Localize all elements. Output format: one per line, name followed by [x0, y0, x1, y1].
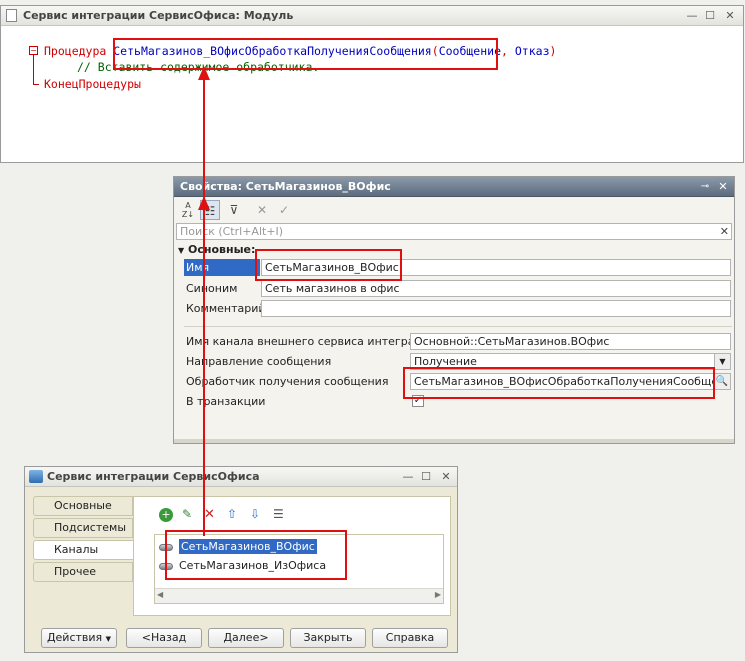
code-end-line: КонецПроцедуры — [44, 77, 141, 91]
chevron-down-icon: ▼ — [105, 635, 112, 643]
module-title: Сервис интеграции СервисОфиса: Модуль — [23, 9, 294, 22]
code-proc-name: СетьМагазинов_ВОфисОбработкаПолученияСоо… — [113, 44, 432, 58]
properties-toolbar: A Z↓ ☷ ⊽ ✕ ✓ — [174, 198, 734, 222]
back-button[interactable]: <Назад — [126, 628, 202, 648]
close-icon[interactable]: ✕ — [723, 9, 737, 23]
properties-bottom-bar — [174, 439, 734, 443]
next-button[interactable]: Далее> — [208, 628, 284, 648]
code-proc-keyword: Процедура — [44, 44, 107, 58]
tab-main[interactable]: Основные — [33, 496, 133, 516]
service-maximize-icon[interactable]: ☐ — [419, 470, 433, 484]
sort-az-icon[interactable]: A Z↓ — [178, 200, 198, 220]
channels-panel: + ✎ ✕ ⇧ ⇩ ☰ СетьМагазинов_ВОфис СетьМага… — [133, 496, 451, 616]
edit-icon[interactable]: ✎ — [182, 507, 192, 521]
actions-button[interactable]: Действия ▼ — [41, 628, 117, 648]
open-handler-icon[interactable]: 🔍 — [713, 374, 730, 389]
direction-select[interactable]: Получение ▼ — [410, 353, 731, 370]
section-header[interactable]: ▼ Основные: — [178, 243, 255, 256]
code-param-2: Отказ — [514, 44, 550, 58]
move-up-icon[interactable]: ⇧ — [227, 507, 237, 521]
service-close-icon[interactable]: ✕ — [439, 470, 453, 484]
channel-item-label: СетьМагазинов_ИзОфиса — [179, 559, 327, 572]
search-placeholder: Поиск (Ctrl+Alt+I) — [180, 225, 284, 238]
scroll-left-icon[interactable]: ◀ — [157, 590, 163, 599]
properties-close-icon[interactable]: ✕ — [716, 180, 730, 194]
direction-value: Получение — [414, 355, 477, 368]
tab-other[interactable]: Прочее — [33, 562, 133, 582]
add-icon[interactable]: + — [159, 508, 173, 522]
pin-icon[interactable]: ⊸ — [698, 180, 712, 194]
horizontal-scrollbar[interactable]: ◀ ▶ — [155, 588, 443, 603]
code-param-1: Сообщение — [438, 44, 501, 58]
sort-list-icon[interactable]: ☰ — [273, 507, 284, 521]
properties-window: Свойства: СетьМагазинов_ВОфис ⊸ ✕ A Z↓ ☷ … — [173, 176, 735, 444]
synonym-field[interactable]: Сеть магазинов в офис — [261, 280, 731, 297]
handler-field[interactable]: СетьМагазинов_ВОфисОбработкаПолученияСоо… — [410, 373, 731, 390]
minimize-icon[interactable]: — — [685, 9, 699, 23]
synonym-label: Синоним — [186, 282, 238, 295]
module-doc-icon — [6, 9, 17, 22]
scroll-right-icon[interactable]: ▶ — [435, 590, 441, 599]
clear-search-icon[interactable]: ✕ — [720, 224, 729, 239]
section-expand-icon[interactable]: ▼ — [178, 246, 184, 255]
list-item[interactable]: СетьМагазинов_ИзОфиса — [159, 558, 326, 574]
categories-icon[interactable]: ☷ — [200, 200, 220, 220]
direction-label: Направление сообщения — [186, 355, 332, 368]
code-comma: , — [501, 44, 508, 58]
filter-icon[interactable]: ⊽ — [224, 200, 244, 220]
module-titlebar[interactable]: Сервис интеграции СервисОфиса: Модуль — … — [1, 6, 743, 26]
comment-field[interactable] — [261, 300, 731, 317]
code-editor[interactable]: − Процедура СетьМагазинов_ВОфисОбработка… — [1, 27, 743, 162]
help-button[interactable]: Справка — [372, 628, 448, 648]
name-field[interactable]: СетьМагазинов_ВОфис — [261, 259, 731, 276]
channel-item-label: СетьМагазинов_ВОфис — [179, 539, 317, 554]
service-minimize-icon[interactable]: — — [401, 470, 415, 484]
service-titlebar[interactable]: Сервис интеграции СервисОфиса — ☐ ✕ — [25, 467, 457, 487]
section-title: Основные: — [188, 243, 256, 256]
collapse-icon[interactable]: − — [29, 46, 38, 55]
module-window: Сервис интеграции СервисОфиса: Модуль — … — [0, 5, 744, 163]
channel-field[interactable]: Основной::СетьМагазинов.ВОфис — [410, 333, 731, 350]
close-button[interactable]: Закрыть — [290, 628, 366, 648]
section-divider — [184, 326, 732, 327]
transaction-checkbox[interactable]: ✓ — [412, 395, 424, 407]
code-comment-line: // Вставить содержимое обработчика. — [77, 60, 320, 74]
delete-icon[interactable]: ✕ — [252, 200, 272, 220]
properties-titlebar[interactable]: Свойства: СетьМагазинов_ВОфис ⊸ ✕ — [174, 177, 734, 197]
channel-icon — [159, 562, 173, 570]
move-down-icon[interactable]: ⇩ — [250, 507, 260, 521]
handler-label: Обработчик получения сообщения — [186, 375, 389, 388]
service-title: Сервис интеграции СервисОфиса — [47, 470, 260, 483]
tab-channels[interactable]: Каналы — [33, 540, 137, 560]
list-item[interactable]: СетьМагазинов_ВОфис — [159, 539, 317, 555]
check-icon[interactable]: ✓ — [274, 200, 294, 220]
delete-item-icon[interactable]: ✕ — [204, 507, 215, 522]
comment-label: Комментарий — [186, 302, 266, 315]
transaction-label: В транзакции — [186, 395, 266, 408]
channel-icon — [159, 543, 173, 551]
fold-end — [33, 84, 39, 85]
service-window: Сервис интеграции СервисОфиса — ☐ ✕ Осно… — [24, 466, 458, 653]
code-open-paren: ( — [431, 44, 439, 58]
channels-list: СетьМагазинов_ВОфис СетьМагазинов_ИзОфис… — [154, 534, 444, 604]
code-close-paren: ) — [549, 44, 557, 58]
service-app-icon — [29, 470, 43, 483]
properties-search-input[interactable]: Поиск (Ctrl+Alt+I) ✕ — [176, 223, 732, 240]
code-line-1: Процедура СетьМагазинов_ВОфисОбработкаПо… — [44, 44, 556, 58]
fold-line — [33, 55, 34, 85]
handler-value: СетьМагазинов_ВОфисОбработкаПолученияСоо… — [414, 375, 731, 388]
dropdown-icon[interactable]: ▼ — [714, 354, 730, 369]
channel-label: Имя канала внешнего сервиса интеграции — [186, 335, 437, 348]
actions-label: Действия — [46, 631, 103, 644]
properties-title: Свойства: СетьМагазинов_ВОфис — [180, 180, 391, 193]
tab-subsystems[interactable]: Подсистемы — [33, 518, 133, 538]
maximize-icon[interactable]: ☐ — [703, 9, 717, 23]
name-label: Имя — [186, 261, 210, 274]
